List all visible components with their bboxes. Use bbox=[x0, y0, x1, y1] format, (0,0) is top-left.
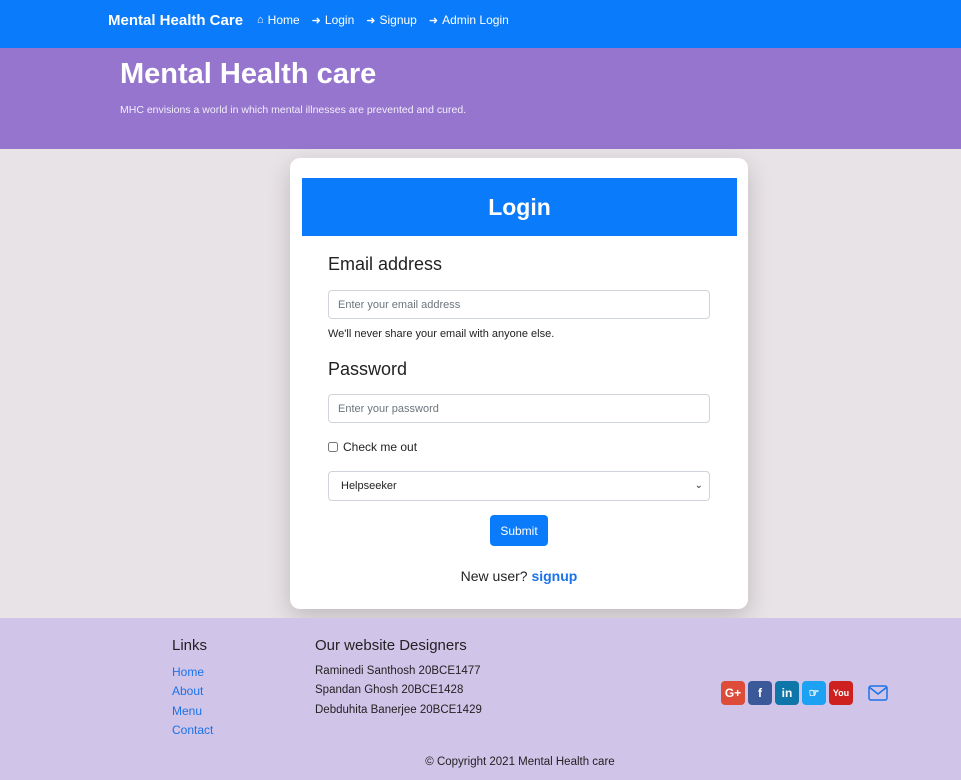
nav-item-signup[interactable]: ➜ Signup bbox=[366, 13, 417, 27]
footer: Links Home About Menu Contact Our websit… bbox=[0, 618, 961, 780]
email-input[interactable] bbox=[328, 290, 710, 319]
nav-item-label: Admin Login bbox=[442, 13, 509, 27]
sign-in-icon: ➜ bbox=[366, 14, 376, 27]
nav-item-home[interactable]: ⌂ Home bbox=[257, 13, 300, 27]
check-me-out-checkbox[interactable] bbox=[328, 442, 338, 452]
login-card-header: Login bbox=[302, 178, 737, 236]
login-card: Login Email address We'll never share yo… bbox=[290, 158, 748, 609]
social-icons: G+ f in ☞ You bbox=[721, 681, 853, 705]
password-input[interactable] bbox=[328, 394, 710, 423]
twitter-icon[interactable]: ☞ bbox=[802, 681, 826, 705]
login-title: Login bbox=[488, 193, 551, 220]
linkedin-icon[interactable]: in bbox=[775, 681, 799, 705]
nav-item-login[interactable]: ➜ Login bbox=[312, 13, 355, 27]
footer-link-about[interactable]: About bbox=[172, 684, 203, 698]
submit-button[interactable]: Submit bbox=[490, 515, 548, 546]
role-select-value: Helpseeker bbox=[341, 480, 397, 492]
footer-link-contact[interactable]: Contact bbox=[172, 723, 213, 737]
email-label: Email address bbox=[328, 254, 443, 274]
designer-name: Debduhita Banerjee 20BCE1429 bbox=[315, 704, 482, 716]
nav-item-label: Login bbox=[324, 13, 355, 27]
checkbox-label: Check me out bbox=[343, 440, 418, 454]
email-help-text: We'll never share your email with anyone… bbox=[328, 328, 555, 340]
facebook-icon[interactable]: f bbox=[748, 681, 772, 705]
navbar-links: ⌂ Home ➜ Login ➜ Signup ➜ Admin Login bbox=[257, 13, 509, 27]
nav-item-label: Signup bbox=[379, 13, 417, 27]
copyright: © Copyright 2021 Mental Health care bbox=[425, 756, 615, 768]
nav-item-admin-login[interactable]: ➜ Admin Login bbox=[429, 13, 509, 27]
designer-name: Spandan Ghosh 20BCE1428 bbox=[315, 684, 464, 696]
designer-name: Raminedi Santhosh 20BCE1477 bbox=[315, 665, 481, 677]
hero-banner: Mental Health care MHC envisions a world… bbox=[0, 48, 961, 149]
check-me-out[interactable]: Check me out bbox=[328, 440, 417, 454]
sign-in-icon: ➜ bbox=[428, 14, 439, 27]
footer-link-menu[interactable]: Menu bbox=[172, 704, 202, 718]
navbar-brand[interactable]: Mental Health Care bbox=[108, 12, 243, 29]
password-label: Password bbox=[328, 359, 408, 379]
home-icon: ⌂ bbox=[257, 14, 264, 26]
footer-designers-heading: Our website Designers bbox=[315, 637, 467, 654]
footer-link-home[interactable]: Home bbox=[172, 665, 204, 679]
new-user-text: New user? bbox=[460, 568, 528, 584]
sign-in-icon: ➜ bbox=[311, 14, 321, 27]
role-select[interactable]: Helpseeker ⌄ bbox=[328, 471, 710, 501]
navbar: Mental Health Care ⌂ Home ➜ Login ➜ Sign… bbox=[0, 0, 961, 48]
nav-item-label: Home bbox=[267, 13, 300, 27]
signup-link[interactable]: signup bbox=[531, 568, 577, 584]
hero-title: Mental Health care bbox=[120, 58, 377, 90]
new-user-line: New user? signup bbox=[290, 568, 748, 584]
footer-links-heading: Links bbox=[172, 637, 208, 654]
youtube-icon[interactable]: You bbox=[829, 681, 853, 705]
envelope-icon[interactable] bbox=[868, 685, 888, 701]
google-plus-icon[interactable]: G+ bbox=[721, 681, 745, 705]
hero-subtitle: MHC envisions a world in which mental il… bbox=[120, 104, 467, 116]
chevron-down-icon: ⌄ bbox=[694, 480, 703, 491]
